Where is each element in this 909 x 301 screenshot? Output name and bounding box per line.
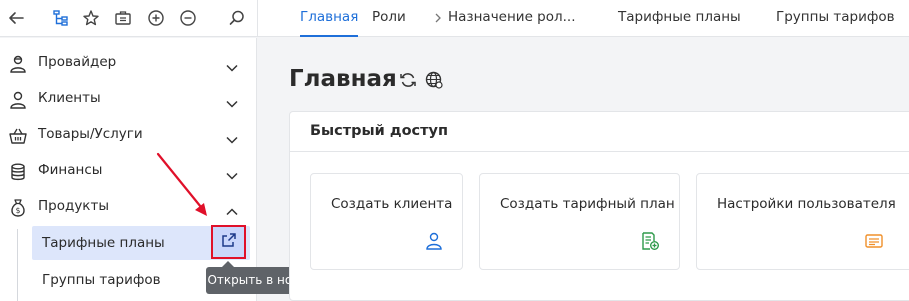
open-in-new-tab-button[interactable]	[211, 225, 246, 259]
sidebar-item-clients[interactable]: Клиенты	[0, 82, 257, 118]
chevron-down-icon[interactable]	[225, 130, 239, 149]
tab-roles[interactable]: Роли	[372, 0, 406, 37]
chevron-down-icon[interactable]	[225, 166, 239, 185]
toolbar-divider	[257, 0, 258, 37]
sidebar-item-label: Провайдер	[38, 54, 117, 70]
provider-person-icon	[8, 54, 28, 74]
sidebar-item-provider[interactable]: Провайдер	[0, 46, 257, 82]
card-label: Настройки пользователя	[717, 196, 896, 212]
settings-card-icon	[864, 231, 884, 251]
coins-icon	[8, 162, 28, 182]
quick-access-header: Быстрый доступ	[290, 112, 909, 152]
sidebar-item-label: Продукты	[38, 198, 109, 214]
annotation-arrow	[156, 152, 207, 216]
card-create-client[interactable]: Создать клиента	[310, 173, 463, 270]
chevron-down-icon[interactable]	[225, 94, 239, 113]
sidebar-subitem-label: Группы тарифов	[42, 272, 161, 288]
chevron-down-icon[interactable]	[225, 58, 239, 77]
tab-tariff-groups[interactable]: Группы тарифов	[776, 0, 895, 37]
briefcase-icon[interactable]	[112, 7, 134, 29]
chevron-right-icon	[433, 10, 443, 29]
tab-home[interactable]: Главная	[300, 0, 359, 37]
submenu-rail	[17, 229, 18, 301]
globe-icon[interactable]	[424, 70, 444, 90]
page-title: Главная	[289, 66, 397, 92]
quick-access-panel: Быстрый доступ Создать клиента Создать т…	[289, 111, 909, 301]
card-user-settings[interactable]: Настройки пользователя	[696, 173, 909, 270]
user-add-icon	[424, 231, 444, 251]
sidebar-item-label: Клиенты	[38, 90, 101, 106]
external-link-icon	[221, 232, 237, 252]
svg-text:$: $	[16, 206, 21, 215]
card-label: Создать тарифный план	[500, 196, 675, 212]
card-label: Создать клиента	[331, 196, 453, 212]
sidebar-item-label: Финансы	[38, 162, 103, 178]
tab-role-assignment[interactable]: Назначение рол...	[448, 0, 576, 37]
card-create-tariff-plan[interactable]: Создать тарифный план	[479, 173, 680, 270]
plus-circle-icon[interactable]	[145, 7, 167, 29]
document-add-icon	[640, 231, 660, 251]
minus-circle-icon[interactable]	[177, 7, 199, 29]
sidebar-item-label: Товары/Услуги	[38, 126, 143, 142]
tree-structure-icon[interactable]	[50, 7, 72, 29]
search-icon[interactable]	[226, 7, 248, 29]
chevron-up-icon[interactable]	[225, 202, 239, 221]
money-bag-icon: $	[8, 198, 28, 218]
clients-person-icon	[8, 90, 28, 110]
sidebar-item-goods-services[interactable]: Товары/Услуги	[0, 118, 257, 154]
sidebar-subitem-label: Тарифные планы	[42, 235, 165, 251]
top-toolbar: Главная Роли Назначение рол... Тарифные …	[0, 0, 909, 37]
basket-icon	[8, 126, 28, 146]
back-arrow-icon[interactable]	[6, 7, 28, 29]
tab-tariff-plans[interactable]: Тарифные планы	[618, 0, 741, 37]
star-icon[interactable]	[80, 7, 102, 29]
refresh-icon[interactable]	[398, 70, 418, 90]
quick-access-title: Быстрый доступ	[310, 123, 449, 139]
